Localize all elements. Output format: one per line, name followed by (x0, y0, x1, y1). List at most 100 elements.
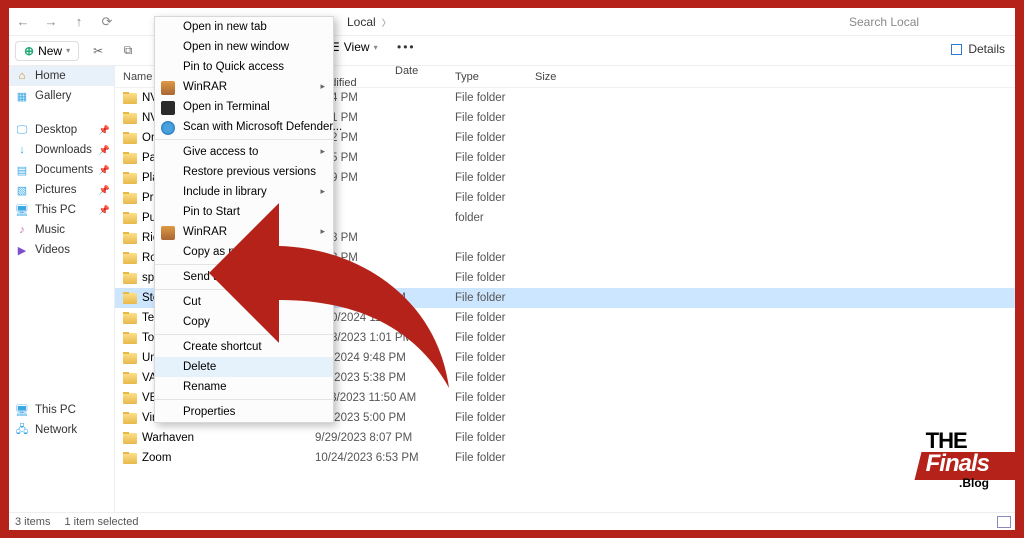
ctx-cut[interactable]: Cut (155, 292, 333, 312)
copy-icon[interactable]: ⧉ (117, 40, 139, 62)
ctx-give-access[interactable]: Give access to (155, 142, 333, 162)
selection-count: 1 item selected (64, 516, 138, 528)
refresh-button[interactable]: ⟳ (93, 8, 121, 36)
sidebar-label: Videos (35, 244, 70, 256)
ctx-open-terminal[interactable]: Open in Terminal (155, 97, 333, 117)
ctx-pin-quick[interactable]: Pin to Quick access (155, 57, 333, 77)
more-button[interactable]: ••• (397, 40, 416, 54)
search-placeholder: Search Local (849, 15, 919, 29)
folder-icon (123, 233, 137, 244)
sidebar-item-desktop[interactable]: 🖵Desktop📌 (9, 120, 114, 140)
file-type: File folder (455, 152, 535, 164)
new-button[interactable]: ⊕ New ▾ (15, 41, 79, 61)
sidebar-item-videos[interactable]: ▶ Videos (9, 240, 114, 260)
pin-icon: 📌 (99, 205, 110, 216)
breadcrumb-current[interactable]: Local (347, 15, 376, 29)
file-type: File folder (455, 272, 535, 284)
file-date: 5:38 PM (315, 232, 455, 244)
sidebar-item-documents[interactable]: ▤Documents📌 (9, 160, 114, 180)
winrar-icon (161, 81, 175, 95)
defender-icon (161, 121, 175, 135)
sidebar-item-pictures[interactable]: ▧ Pictures 📌 (9, 180, 114, 200)
status-bar: 3 items 1 item selected (9, 512, 1015, 530)
ctx-scan-defender[interactable]: Scan with Microsoft Defender... (155, 117, 333, 137)
table-row[interactable]: Warhaven9/29/2023 8:07 PMFile folder (115, 428, 1015, 448)
file-type: File folder (455, 112, 535, 124)
folder-icon (123, 393, 137, 404)
ctx-open-new-window[interactable]: Open in new window (155, 37, 333, 57)
ctx-copy-path[interactable]: Copy as path (155, 242, 333, 262)
explorer-window: ← → ↑ ⟳ Local 〉 Search Local ⊕ New ▾ ✂ ⧉… (9, 8, 1015, 530)
sidebar: ⌂Home ▦Gallery 🖵Desktop📌 ↓Downloads📌 ▤Do… (9, 66, 115, 512)
file-date: 1/30/2024 11:34 PM (315, 312, 455, 324)
videos-icon: ▶ (15, 243, 29, 257)
file-date: 10/24/2023 6:53 PM (315, 452, 455, 464)
ctx-include-library[interactable]: Include in library (155, 182, 333, 202)
ctx-open-new-tab[interactable]: Open in new tab (155, 17, 333, 37)
back-button[interactable]: ← (9, 8, 37, 36)
file-date: 11/3/2023 11:50 AM (315, 392, 455, 404)
sidebar-item-network[interactable]: 🖧Network (9, 420, 114, 440)
file-name: Warhaven (142, 432, 194, 444)
ctx-restore-prev[interactable]: Restore previous versions (155, 162, 333, 182)
breadcrumb[interactable]: Local 〉 (347, 8, 397, 36)
pc-icon: 🖥 (15, 203, 29, 217)
sidebar-label: Home (35, 70, 66, 82)
file-type: File folder (455, 352, 535, 364)
col-size[interactable]: Size (535, 71, 595, 83)
winrar-icon (161, 226, 175, 240)
search-input[interactable]: Search Local (845, 11, 1005, 33)
sidebar-item-home[interactable]: ⌂Home (9, 66, 114, 86)
ctx-copy[interactable]: Copy (155, 312, 333, 332)
pin-icon: 📌 (99, 185, 110, 196)
forward-button[interactable]: → (37, 8, 65, 36)
file-date: 11:44 PM (315, 272, 455, 284)
ctx-create-shortcut[interactable]: Create shortcut (155, 337, 333, 357)
ctx-rename[interactable]: Rename (155, 377, 333, 397)
ctx-winrar[interactable]: WinRAR (155, 77, 333, 97)
sidebar-item-music[interactable]: ♪Music (9, 220, 114, 240)
folder-icon (123, 413, 137, 424)
file-type: File folder (455, 92, 535, 104)
ctx-pin-start[interactable]: Pin to Start (155, 202, 333, 222)
up-button[interactable]: ↑ (65, 8, 93, 36)
sidebar-item-gallery[interactable]: ▦Gallery (9, 86, 114, 106)
folder-icon (123, 133, 137, 144)
pictures-icon: ▧ (15, 183, 29, 197)
file-type: File folder (455, 412, 535, 424)
sidebar-item-thispc[interactable]: 🖥 This PC 📌 (9, 200, 114, 220)
col-date[interactable]: Date modified (315, 65, 455, 89)
ctx-delete[interactable]: Delete (155, 357, 333, 377)
file-type: File folder (455, 252, 535, 264)
view-button[interactable]: ☰ View ▾ (329, 40, 378, 54)
sidebar-label: Pictures (35, 184, 77, 196)
chevron-right-icon: 〉 (382, 16, 391, 29)
folder-icon (123, 353, 137, 364)
sidebar-label: Gallery (35, 90, 71, 102)
sidebar-item-downloads[interactable]: ↓Downloads📌 (9, 140, 114, 160)
col-type[interactable]: Type (455, 71, 535, 83)
file-date: 5:02 PM (315, 132, 455, 144)
folder-icon (123, 273, 137, 284)
file-date: 4/8/2023 5:00 PM (315, 412, 455, 424)
item-count: 3 items (15, 516, 50, 528)
details-pane-button[interactable]: Details (951, 42, 1005, 56)
cut-icon[interactable]: ✂ (87, 40, 109, 62)
ctx-properties[interactable]: Properties (155, 402, 333, 422)
file-date: 1/2/2024 9:48 PM (315, 352, 455, 364)
table-row[interactable]: Zoom10/24/2023 6:53 PMFile folder (115, 448, 1015, 468)
ctx-winrar2[interactable]: WinRAR (155, 222, 333, 242)
file-type: File folder (455, 392, 535, 404)
folder-icon (123, 453, 137, 464)
sidebar-label: Downloads (35, 144, 92, 156)
sidebar-label: This PC (35, 204, 76, 216)
layout-toggle-icon[interactable] (997, 516, 1011, 528)
context-menu: Open in new tab Open in new window Pin t… (154, 16, 334, 423)
music-icon: ♪ (15, 223, 29, 237)
chevron-down-icon: ▾ (66, 46, 70, 55)
file-type: File folder (455, 332, 535, 344)
terminal-icon (161, 101, 175, 115)
ctx-send-to[interactable]: Send to (155, 267, 333, 287)
chevron-down-icon: ▾ (374, 43, 378, 52)
sidebar-item-thispc2[interactable]: 🖥This PC (9, 400, 114, 420)
